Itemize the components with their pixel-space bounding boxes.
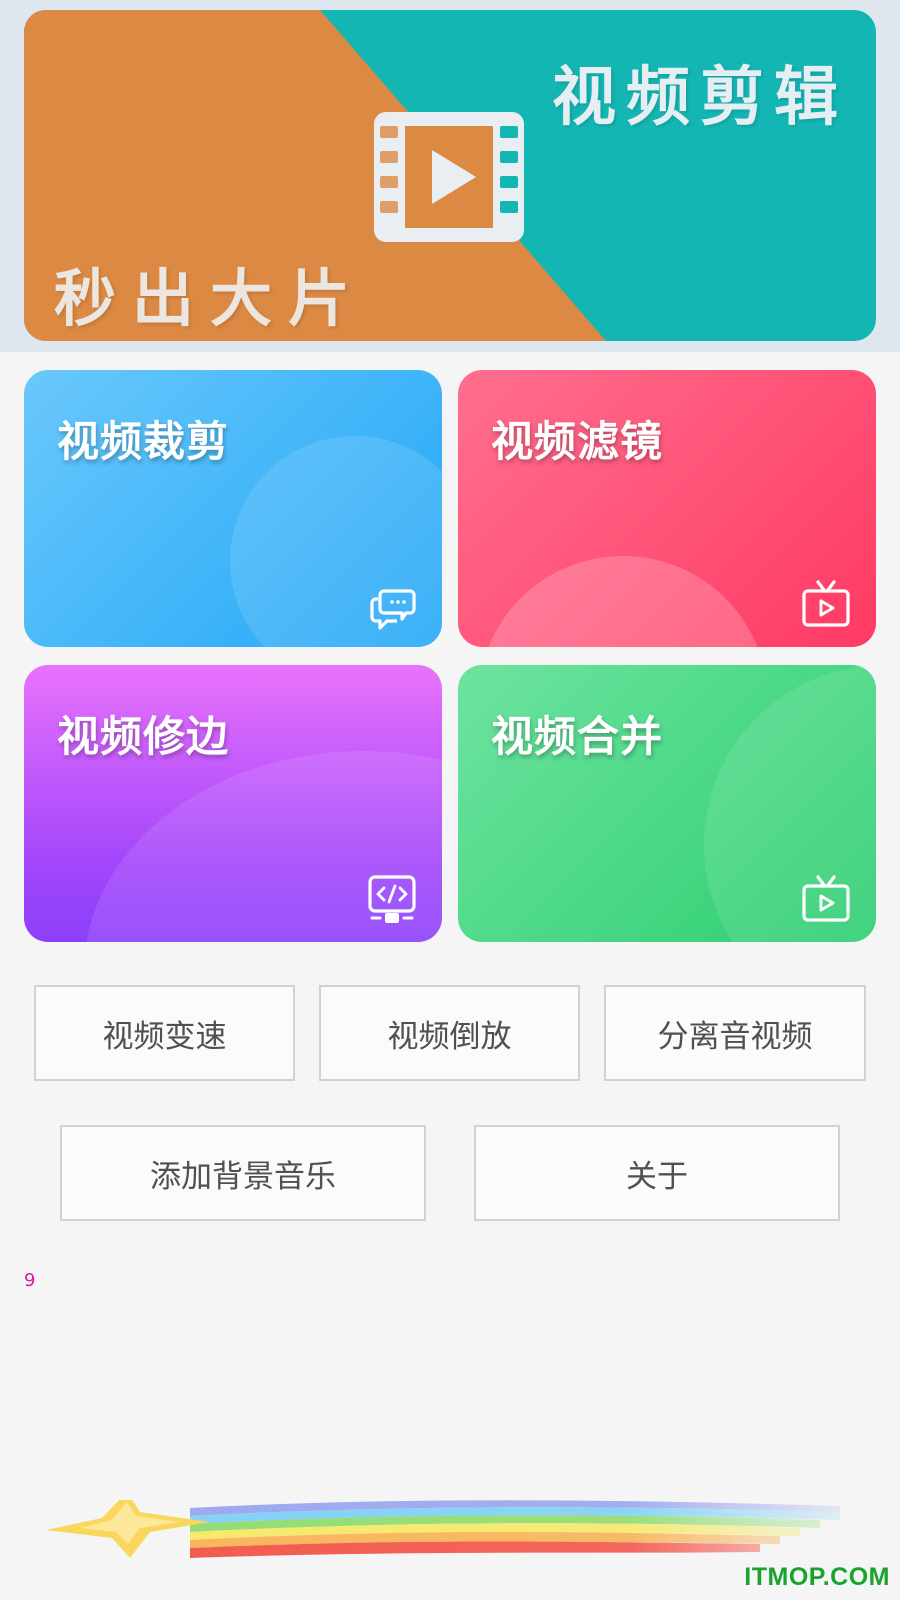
speed-change-button[interactable]: 视频变速 (34, 985, 295, 1081)
banner-title: 视频剪辑 (552, 61, 848, 135)
tv-play-icon (802, 875, 850, 922)
film-play-icon (374, 112, 524, 242)
banner-area: 视频剪辑 秒出大片 (0, 0, 900, 352)
about-button[interactable]: 关于 (474, 1125, 840, 1221)
card-video-filter[interactable]: 视频滤镜 (458, 370, 876, 647)
banner[interactable]: 视频剪辑 秒出大片 (24, 10, 876, 341)
card-title: 视频合并 (491, 712, 664, 761)
banner-slogan: 秒出大片 (54, 262, 367, 335)
card-title: 视频滤镜 (491, 417, 664, 466)
card-video-crop[interactable]: 视频裁剪 (24, 370, 442, 647)
reverse-video-button[interactable]: 视频倒放 (319, 985, 580, 1081)
card-title: 视频裁剪 (57, 417, 230, 466)
card-decoration (478, 556, 768, 647)
card-video-trim[interactable]: 视频修边 (24, 665, 442, 942)
counter-text: 9 (24, 1270, 36, 1291)
card-video-merge[interactable]: 视频合并 (458, 665, 876, 942)
add-background-music-button[interactable]: 添加背景音乐 (60, 1125, 426, 1221)
card-title: 视频修边 (57, 712, 230, 761)
watermark: ITMOP.COM (744, 1563, 890, 1591)
code-monitor-icon (368, 875, 416, 923)
separate-audio-video-button[interactable]: 分离音视频 (604, 985, 866, 1081)
chat-bubbles-icon (370, 589, 416, 630)
tv-play-icon (802, 580, 850, 627)
